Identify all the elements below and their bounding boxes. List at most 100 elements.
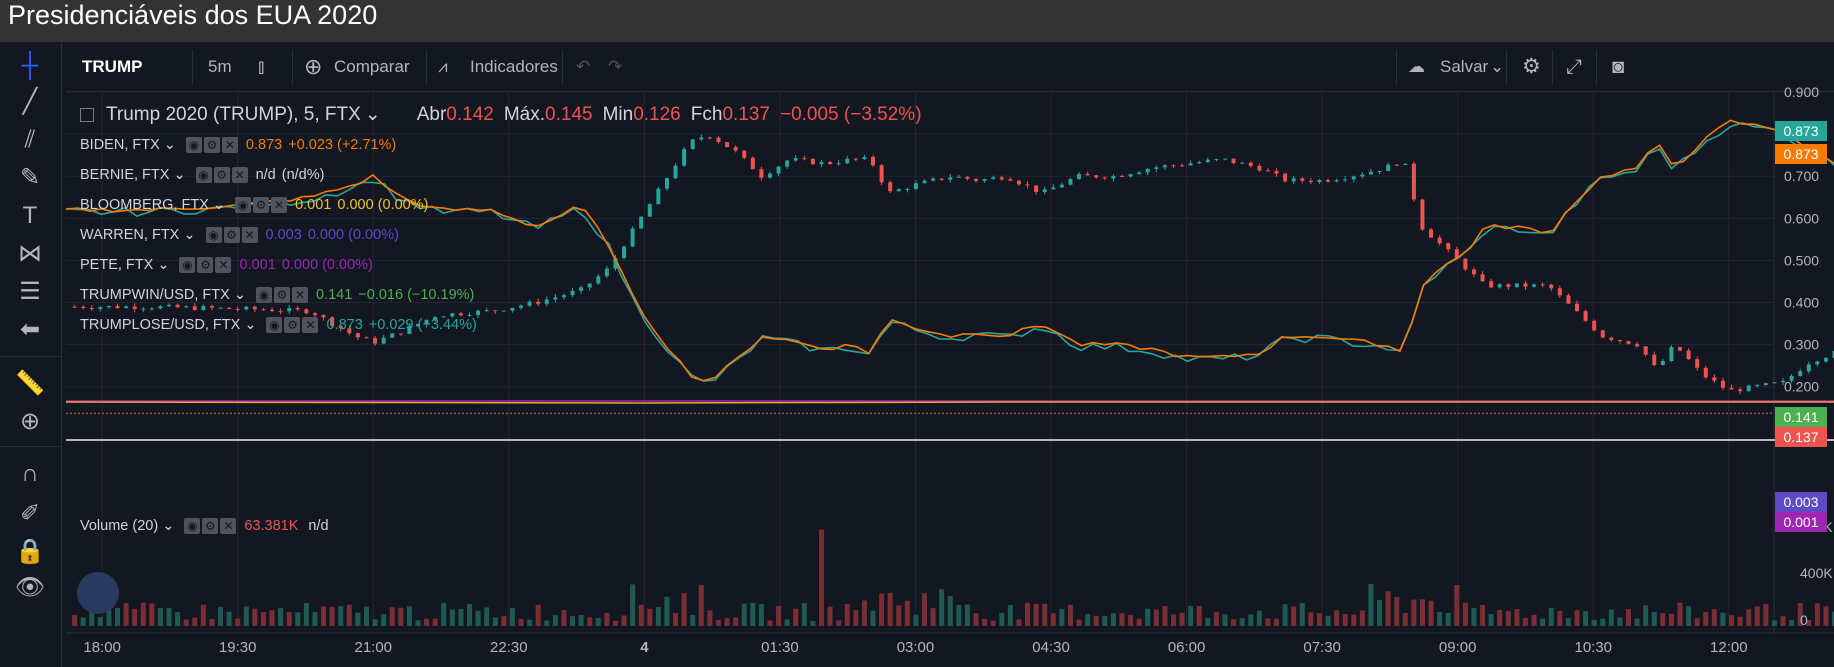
overlay-legend-row[interactable]: PETE, FTX ⌄ ◉ ⚙ ✕ 0.001 0.000 (0.00%): [80, 250, 922, 280]
close-icon[interactable]: ✕: [271, 197, 288, 213]
overlay-legend-row[interactable]: BERNIE, FTX ⌄ ◉ ⚙ ✕ n/d (n/d%): [80, 160, 922, 190]
series-controls[interactable]: ◉ ⚙ ✕: [255, 287, 308, 303]
eye-icon[interactable]: ◉: [266, 317, 283, 333]
ruler-icon[interactable]: 📏: [14, 368, 46, 400]
close-icon[interactable]: ✕: [221, 137, 238, 153]
overlay-legend-row[interactable]: WARREN, FTX ⌄ ◉ ⚙ ✕ 0.003 0.000 (0.00%): [80, 220, 922, 250]
overlay-legend-row[interactable]: BLOOMBERG, FTX ⌄ ◉ ⚙ ✕ 0.001 0.000 (0.00%): [80, 190, 922, 220]
volume-bar: [1428, 600, 1434, 626]
chevron-down-icon[interactable]: ⌄: [162, 514, 174, 538]
interval-button[interactable]: 5m: [208, 42, 232, 92]
back-arrow-icon[interactable]: ⬅: [14, 314, 46, 346]
chevron-down-icon[interactable]: ⌄: [234, 280, 246, 310]
redo-icon[interactable]: ↷: [608, 42, 622, 92]
volume-bar: [870, 610, 876, 626]
chevron-down-icon[interactable]: ⌄: [365, 100, 381, 130]
eye-icon[interactable]: 👁: [14, 572, 46, 604]
close-icon[interactable]: ✕: [220, 518, 237, 534]
eye-icon[interactable]: ◉: [255, 287, 272, 303]
gear-icon[interactable]: ⚙: [202, 518, 219, 534]
series-controls[interactable]: ◉ ⚙ ✕: [195, 167, 248, 183]
overlay-legend-row[interactable]: BIDEN, FTX ⌄ ◉ ⚙ ✕ 0.873 +0.023 (+2.71%): [80, 130, 922, 160]
volume-bar: [724, 618, 730, 626]
close-icon[interactable]: ✕: [215, 257, 232, 273]
volume-bar: [218, 606, 224, 626]
gear-icon[interactable]: ⚙: [284, 317, 301, 333]
chevron-down-icon[interactable]: ⌄: [244, 310, 256, 340]
gear-icon[interactable]: ⚙: [213, 167, 230, 183]
fib-icon[interactable]: ⫽: [14, 124, 46, 156]
volume-legend[interactable]: Volume (20) ⌄ ◉ ⚙ ✕ 63.381K n/d: [80, 514, 329, 538]
eye-icon[interactable]: ◉: [195, 167, 212, 183]
pencil-lock-icon[interactable]: ✐: [14, 498, 46, 530]
low-label: Min: [602, 104, 634, 125]
close-icon[interactable]: ✕: [302, 317, 319, 333]
prediction-icon[interactable]: ☰: [14, 276, 46, 308]
main-series-legend[interactable]: Trump 2020 (TRUMP), 5, FTX ⌄ Abr 0.142 M…: [80, 100, 922, 130]
eye-icon[interactable]: ◉: [185, 137, 202, 153]
candle: [1815, 361, 1820, 365]
candle: [1317, 179, 1322, 183]
brush-icon[interactable]: ✎: [14, 162, 46, 194]
indicators-button[interactable]: Indicadores: [470, 42, 558, 92]
candles-icon[interactable]: ⫾: [258, 42, 264, 92]
volume-bar: [484, 607, 490, 626]
chevron-down-icon[interactable]: ⌄: [183, 220, 195, 250]
y-tick-label: 0: [1800, 612, 1808, 628]
text-icon[interactable]: T: [14, 200, 46, 232]
candle: [1712, 377, 1717, 381]
crosshair-icon[interactable]: ┼: [14, 50, 46, 82]
eye-icon[interactable]: ◉: [205, 227, 222, 243]
series-controls[interactable]: ◉ ⚙ ✕: [184, 518, 237, 534]
indicators-icon[interactable]: ⩘: [438, 42, 448, 92]
chevron-down-icon[interactable]: ⌄: [164, 130, 176, 160]
camera-icon[interactable]: ◙: [1612, 42, 1624, 92]
volume-bar: [1565, 618, 1571, 626]
eye-icon[interactable]: ◉: [235, 197, 252, 213]
plus-circle-icon[interactable]: ⊕: [304, 42, 322, 92]
compare-button[interactable]: Comparar: [334, 42, 410, 92]
close-icon[interactable]: ✕: [241, 227, 258, 243]
zoom-icon[interactable]: ⊕: [14, 406, 46, 438]
volume-bar: [818, 529, 824, 626]
series-controls[interactable]: ◉ ⚙ ✕: [235, 197, 288, 213]
gear-icon[interactable]: ⚙: [197, 257, 214, 273]
eye-icon[interactable]: ◉: [179, 257, 196, 273]
overlay-legend-row[interactable]: TRUMPWIN/USD, FTX ⌄ ◉ ⚙ ✕ 0.141 −0.016 (−10.19…: [80, 280, 922, 310]
trendline-icon[interactable]: ╱: [14, 86, 46, 118]
overlay-legend-row[interactable]: TRUMPLOSE/USD, FTX ⌄ ◉ ⚙ ✕ 0.873 +0.029 (+3.44…: [80, 310, 922, 340]
gear-icon[interactable]: ⚙: [203, 137, 220, 153]
volume-bar: [1608, 609, 1614, 626]
volume-bar: [200, 604, 206, 626]
gear-icon[interactable]: ⚙: [223, 227, 240, 243]
magnet-icon[interactable]: ∩: [14, 458, 46, 490]
lock-icon[interactable]: 🔒: [14, 536, 46, 568]
series-controls[interactable]: ◉ ⚙ ✕: [205, 227, 258, 243]
tradingview-logo-icon[interactable]: [77, 572, 119, 614]
chevron-down-icon[interactable]: ⌄: [213, 190, 225, 220]
candle: [1128, 174, 1133, 177]
gear-icon[interactable]: ⚙: [1522, 42, 1541, 92]
chevron-down-icon[interactable]: ⌄: [173, 160, 185, 190]
series-controls[interactable]: ◉ ⚙ ✕: [266, 317, 319, 333]
fullscreen-icon[interactable]: ⤢: [1566, 42, 1582, 92]
cloud-icon[interactable]: ☁: [1408, 42, 1425, 92]
chevron-down-icon[interactable]: ⌄: [1490, 42, 1504, 92]
undo-icon[interactable]: ↶: [576, 42, 590, 92]
candle: [1042, 189, 1047, 192]
gear-icon[interactable]: ⚙: [253, 197, 270, 213]
pattern-icon[interactable]: ⋈: [14, 238, 46, 270]
series-controls[interactable]: ◉ ⚙ ✕: [179, 257, 232, 273]
save-button[interactable]: Salvar: [1440, 42, 1488, 92]
series-controls[interactable]: ◉ ⚙ ✕: [185, 137, 238, 153]
gear-icon[interactable]: ⚙: [273, 287, 290, 303]
volume-bar: [1514, 609, 1520, 626]
eye-icon[interactable]: ◉: [184, 518, 201, 534]
symbol-search[interactable]: TRUMP: [82, 42, 142, 92]
chevron-down-icon[interactable]: ⌄: [157, 250, 169, 280]
volume-bar: [1128, 614, 1134, 626]
volume-bar: [406, 606, 412, 626]
close-icon[interactable]: ✕: [291, 287, 308, 303]
close-icon[interactable]: ✕: [231, 167, 248, 183]
collapse-icon[interactable]: [80, 108, 94, 122]
